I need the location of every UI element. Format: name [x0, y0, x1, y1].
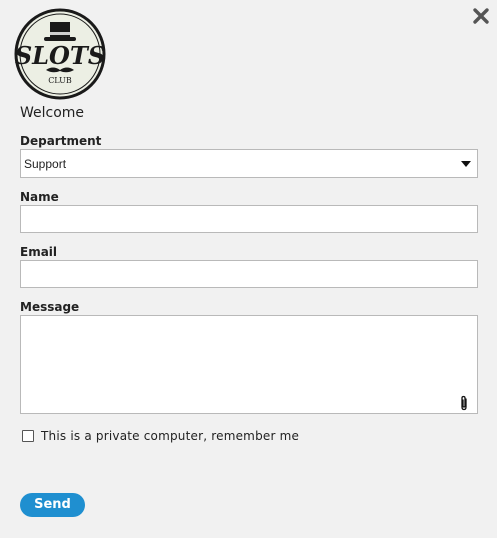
svg-text:SLOTS: SLOTS: [15, 41, 105, 70]
remember-me-label: This is a private computer, remember me: [41, 429, 300, 443]
name-input[interactable]: [20, 205, 478, 233]
slots-club-logo: SLOTS CLUB: [14, 8, 106, 100]
send-button[interactable]: Send: [20, 493, 85, 517]
svg-text:CLUB: CLUB: [48, 76, 72, 85]
remember-me-checkbox[interactable]: [22, 430, 34, 442]
paperclip-icon[interactable]: [458, 395, 470, 411]
email-input[interactable]: [20, 260, 478, 288]
remember-me-row: This is a private computer, remember me: [22, 429, 299, 443]
name-label: Name: [20, 190, 59, 204]
close-icon[interactable]: [470, 5, 492, 27]
welcome-heading: Welcome: [20, 105, 85, 121]
message-textarea[interactable]: [20, 315, 478, 414]
chat-form-window: SLOTS CLUB Welcome Department Support Na…: [0, 0, 497, 538]
chevron-down-icon: [461, 161, 471, 167]
department-selected-value: Support: [24, 157, 67, 171]
email-label: Email: [20, 245, 58, 259]
department-label: Department: [20, 134, 102, 148]
message-label: Message: [20, 300, 80, 314]
department-select[interactable]: Support: [20, 149, 478, 178]
